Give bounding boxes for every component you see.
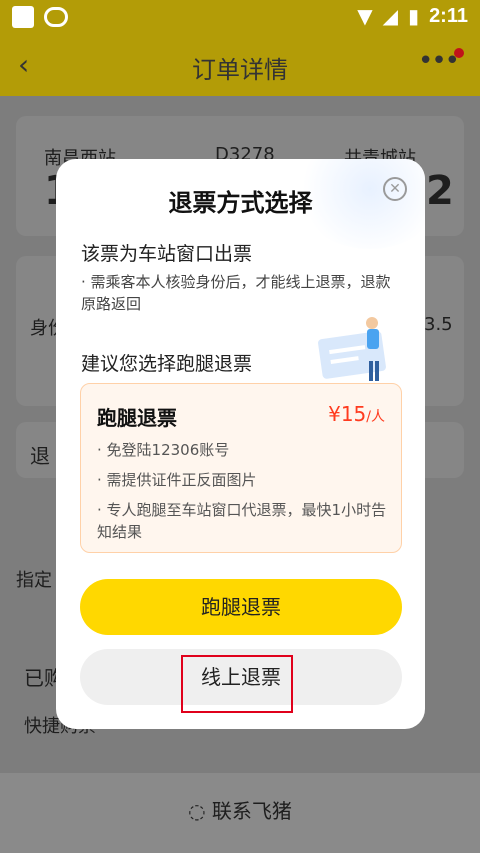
online-refund-highlight bbox=[181, 655, 293, 713]
notification-square-icon bbox=[12, 6, 34, 28]
fliggy-notification-icon bbox=[44, 7, 68, 27]
wifi-icon: ▼ bbox=[357, 4, 373, 28]
option-price-unit: /人 bbox=[366, 409, 385, 425]
modal-title: 退票方式选择 bbox=[168, 189, 313, 217]
refund-row-label: 退 bbox=[30, 444, 50, 468]
refund-method-modal: 退票方式选择 ✕ 该票为车站窗口出票 · 需乘客本人核验身份后，才能线上退票，退… bbox=[56, 159, 425, 729]
suggest-title: 建议您选择跑腿退票 bbox=[81, 353, 253, 375]
close-icon[interactable]: ✕ bbox=[383, 177, 407, 201]
refund-illustration-icon bbox=[318, 317, 386, 381]
option-points: · 免登陆12306账号 · 需提供证件正反面图片 · 专人跑腿至车站窗口代退票… bbox=[97, 439, 397, 551]
app-header: ‹ 订单详情 ••• bbox=[0, 36, 480, 96]
option-point: · 免登陆12306账号 bbox=[97, 441, 230, 459]
option-price: ¥15/人 bbox=[328, 402, 385, 426]
assign-text: 指定 bbox=[16, 570, 52, 591]
signal-icon: ◢ bbox=[382, 4, 399, 28]
option-point: · 需提供证件正反面图片 bbox=[97, 471, 257, 489]
footer-bar: ◌ 联系飞猪 bbox=[0, 773, 480, 853]
status-right-icons: ▼ ◢ ▮ 2:11 bbox=[357, 4, 468, 28]
window-ticket-title: 该票为车站窗口出票 bbox=[81, 243, 253, 265]
option-price-value: ¥15 bbox=[328, 402, 367, 426]
errand-refund-option[interactable]: 跑腿退票 ¥15/人 · 免登陆12306账号 · 需提供证件正反面图片 · 专… bbox=[80, 383, 402, 553]
contact-fliggy-button[interactable]: ◌ 联系飞猪 bbox=[0, 795, 480, 824]
status-time: 2:11 bbox=[429, 4, 468, 27]
option-name: 跑腿退票 bbox=[97, 406, 177, 430]
page-title: 订单详情 bbox=[192, 56, 288, 84]
contact-fliggy-label: 联系飞猪 bbox=[211, 799, 292, 823]
option-point: · 专人跑腿至车站窗口代退票，最快1小时告知结果 bbox=[97, 501, 387, 541]
notification-dot bbox=[454, 48, 464, 58]
status-bar: ▼ ◢ ▮ 2:11 bbox=[0, 0, 480, 36]
status-left-icons bbox=[12, 6, 68, 28]
window-ticket-desc: · 需乘客本人核验身份后，才能线上退票，退款原路返回 bbox=[81, 273, 391, 313]
passenger-right-value: 3.5 bbox=[424, 314, 453, 335]
arrive-time-fragment: 2 bbox=[426, 168, 454, 214]
battery-icon: ▮ bbox=[408, 4, 420, 28]
errand-refund-button[interactable]: 跑腿退票 bbox=[80, 579, 402, 635]
headset-icon: ◌ bbox=[188, 799, 206, 823]
more-icon[interactable]: ••• bbox=[418, 46, 460, 76]
